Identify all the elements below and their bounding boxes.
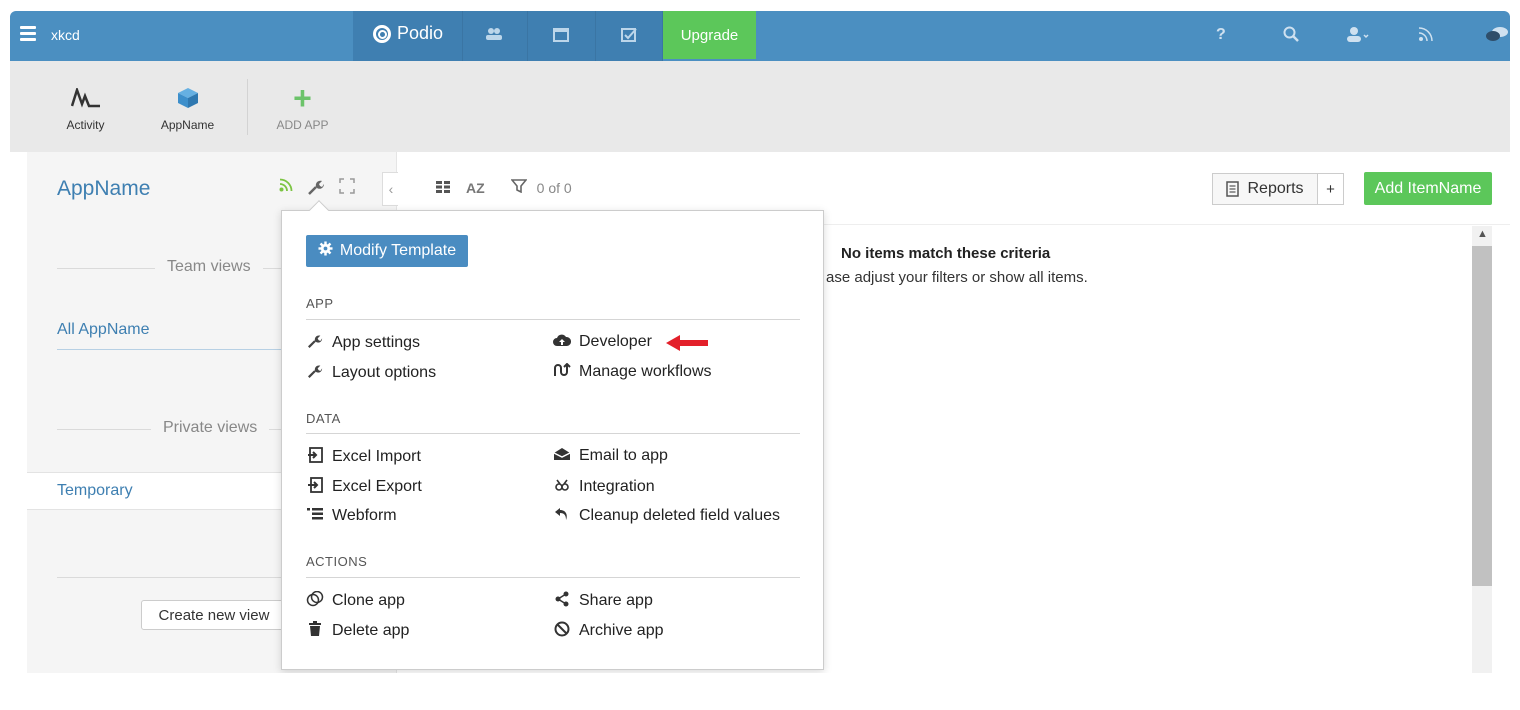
menu-app-settings[interactable]: App settings [306, 333, 420, 353]
view-controls: AZ 0 of 0 [436, 179, 572, 196]
appname-tile[interactable]: AppName [155, 83, 220, 132]
view-temporary[interactable]: Temporary [57, 482, 133, 500]
menu-archive-app[interactable]: Archive app [553, 621, 664, 641]
help-icon[interactable]: ? [1216, 26, 1226, 44]
envelope-open-icon [553, 447, 571, 465]
workflow-icon [553, 362, 571, 381]
hamburger-menu-icon[interactable] [20, 26, 36, 42]
create-new-view-button[interactable]: Create new view [141, 600, 287, 630]
menu-layout-options[interactable]: Layout options [306, 363, 436, 383]
filter-funnel-icon[interactable] [509, 179, 528, 196]
view-all-appname[interactable]: All AppName [57, 321, 150, 339]
podio-home-link[interactable]: Podio [373, 23, 443, 44]
team-views-heading: Team views [155, 258, 263, 276]
report-document-icon [1226, 181, 1240, 197]
menu-excel-import[interactable]: Excel Import [306, 447, 421, 467]
reports-add-button[interactable]: + [1317, 173, 1344, 205]
menu-delete-app[interactable]: Delete app [306, 621, 409, 641]
wrench-icon [306, 333, 324, 353]
modify-template-button[interactable]: Modify Template [306, 235, 468, 267]
appname-tile-label: AppName [160, 118, 215, 132]
app-title: AppName [57, 177, 151, 200]
user-menu-icon[interactable] [1346, 26, 1370, 47]
brand-label: Podio [397, 23, 444, 43]
add-app-label: ADD APP [276, 118, 329, 132]
menu-developer[interactable]: Developer [553, 333, 652, 351]
gear-icon [318, 241, 333, 261]
wrench-settings-icon[interactable] [307, 178, 325, 201]
add-app-tile[interactable]: + ADD APP [270, 80, 335, 132]
scroll-up-arrow-icon[interactable]: ▲ [1477, 228, 1488, 240]
section-title-actions: ACTIONS [306, 554, 368, 569]
sort-az-button[interactable]: AZ [466, 180, 485, 196]
share-icon [553, 591, 571, 611]
undo-arrow-icon [553, 507, 571, 525]
views-footer-divider [57, 577, 317, 578]
menu-cleanup-deleted-field-values[interactable]: Cleanup deleted field values [553, 507, 780, 525]
import-icon [306, 447, 324, 467]
upgrade-button[interactable]: Upgrade [663, 11, 756, 59]
empty-state-title: No items match these criteria [841, 245, 1051, 262]
modify-template-label: Modify Template [339, 242, 457, 259]
app-bar: Activity AppName + ADD APP [10, 61, 1510, 152]
red-annotation-arrow-icon [666, 335, 708, 351]
tile-divider [247, 79, 248, 135]
filter-count: 0 of 0 [536, 179, 572, 196]
section-title-app: APP [306, 296, 334, 311]
reports-label: Reports [1247, 180, 1304, 197]
grid-layout-icon[interactable] [436, 180, 450, 196]
menu-email-to-app[interactable]: Email to app [553, 447, 668, 465]
scrollbar-thumb[interactable] [1472, 246, 1492, 586]
app-settings-dropdown: Modify Template APP App settings Layout … [281, 200, 824, 670]
wrench-icon [306, 363, 324, 383]
trash-icon [306, 621, 324, 641]
menu-manage-workflows[interactable]: Manage workflows [553, 362, 712, 381]
top-navigation-bar: xkcd Podio Upgrade ? [10, 11, 1510, 61]
reports-button[interactable]: Reports [1212, 173, 1318, 205]
prohibited-icon [553, 621, 571, 641]
integration-icon [553, 477, 571, 497]
rss-feed-icon[interactable] [279, 178, 293, 201]
plus-icon: + [293, 80, 312, 116]
vertical-scrollbar[interactable]: ▲ [1472, 226, 1492, 673]
notifications-feed-icon[interactable] [1418, 26, 1434, 47]
menu-share-app[interactable]: Share app [553, 591, 653, 611]
search-icon[interactable] [1283, 26, 1299, 47]
section-divider-actions [306, 577, 800, 578]
activity-tile-label: Activity [66, 118, 105, 132]
menu-clone-app[interactable]: Clone app [306, 590, 405, 611]
contacts-icon[interactable] [485, 27, 503, 45]
cube-app-icon [155, 83, 220, 113]
section-title-data: DATA [306, 411, 341, 426]
section-divider-app [306, 319, 800, 320]
app-tools [279, 178, 355, 201]
activity-tile[interactable]: Activity [58, 83, 113, 132]
add-item-button[interactable]: Add ItemName [1364, 172, 1492, 205]
tasks-check-icon[interactable] [621, 27, 637, 46]
podio-window: xkcd Podio Upgrade ? Activity AppName + … [10, 11, 1510, 673]
activity-pulse-icon [58, 83, 113, 113]
menu-webform[interactable]: Webform [306, 507, 397, 525]
calendar-icon[interactable] [553, 27, 569, 46]
list-form-icon [306, 507, 324, 525]
podio-logo-icon [373, 24, 391, 43]
private-views-heading: Private views [151, 419, 270, 437]
empty-state-message: ase adjust your filters or show all item… [826, 269, 1088, 286]
menu-excel-export[interactable]: Excel Export [306, 477, 422, 497]
expand-fullscreen-icon[interactable] [339, 178, 355, 201]
cloud-upload-icon [553, 333, 572, 351]
workspace-name[interactable]: xkcd [51, 27, 80, 43]
clone-circles-icon [306, 590, 324, 611]
export-icon [306, 477, 324, 497]
section-divider-data [306, 433, 800, 434]
menu-integration[interactable]: Integration [553, 477, 655, 497]
active-view-underline [57, 349, 287, 350]
chat-bubbles-icon[interactable] [1486, 26, 1508, 47]
